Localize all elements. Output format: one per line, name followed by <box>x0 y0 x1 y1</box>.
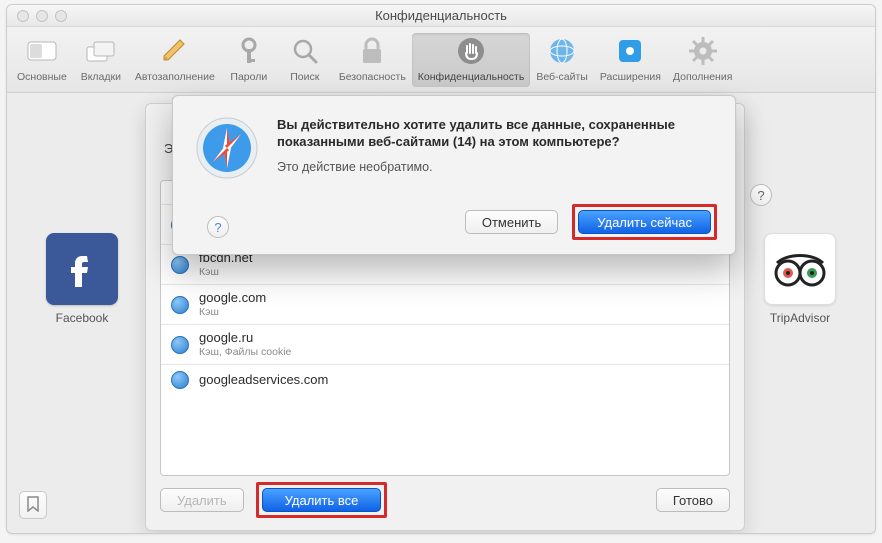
globe-icon <box>171 296 189 314</box>
highlight-frame: Удалить все <box>256 482 388 518</box>
help-button[interactable]: ? <box>750 184 772 206</box>
question-icon: ? <box>757 188 764 203</box>
tab-tabs[interactable]: Вкладки <box>73 33 129 87</box>
globe-icon <box>171 256 189 274</box>
site-meta: Кэш, Файлы cookie <box>199 345 291 359</box>
globe-icon <box>171 336 189 354</box>
gear-icon <box>689 37 717 68</box>
tab-general[interactable]: Основные <box>11 33 73 87</box>
lock-icon <box>360 37 384 68</box>
tripadvisor-tile-icon <box>764 233 836 305</box>
highlight-frame: Удалить сейчас <box>572 204 717 240</box>
favorite-label: TripAdvisor <box>770 311 830 325</box>
favorite-tripadvisor[interactable]: TripAdvisor <box>745 233 855 325</box>
favorite-label: Facebook <box>56 311 109 325</box>
delete-button[interactable]: Удалить <box>160 488 244 512</box>
question-icon: ? <box>214 220 221 235</box>
site-row[interactable]: googleadservices.com <box>161 365 729 395</box>
dialog-title: Вы действительно хотите удалить все данн… <box>277 116 715 150</box>
favorite-facebook[interactable]: Facebook <box>27 233 137 325</box>
site-row[interactable]: google.com Кэш <box>161 285 729 325</box>
site-meta: Кэш <box>199 265 253 279</box>
puzzle-icon <box>616 37 644 68</box>
tabs-icon <box>86 40 116 65</box>
cancel-button[interactable]: Отменить <box>465 210 558 234</box>
confirm-delete-button[interactable]: Удалить сейчас <box>578 210 711 234</box>
delete-all-button[interactable]: Удалить все <box>262 488 382 512</box>
tab-autofill[interactable]: Автозаполнение <box>129 33 221 87</box>
bookmark-icon <box>27 496 39 515</box>
sheet-button-row: Удалить Удалить все Готово <box>160 482 730 518</box>
preferences-window: Конфиденциальность Основные Вкладки Авто… <box>6 4 876 534</box>
site-row[interactable]: google.ru Кэш, Файлы cookie <box>161 325 729 365</box>
key-icon <box>236 37 262 68</box>
dialog-help-button[interactable]: ? <box>207 216 229 238</box>
tab-search[interactable]: Поиск <box>277 33 333 87</box>
bookmarks-button[interactable] <box>19 491 47 519</box>
pencil-icon <box>160 38 190 67</box>
globe-icon <box>548 37 576 68</box>
tab-extensions[interactable]: Расширения <box>594 33 667 87</box>
tab-websites[interactable]: Веб-сайты <box>530 33 594 87</box>
site-meta: Кэш <box>199 305 266 319</box>
titlebar: Конфиденциальность <box>7 5 875 27</box>
tab-passwords[interactable]: Пароли <box>221 33 277 87</box>
done-button[interactable]: Готово <box>656 488 730 512</box>
dialog-message: Вы действительно хотите удалить все данн… <box>277 116 715 174</box>
site-name: google.com <box>199 291 266 305</box>
search-icon <box>292 38 318 67</box>
site-name: google.ru <box>199 331 291 345</box>
globe-icon <box>171 371 189 389</box>
window-title: Конфиденциальность <box>7 8 875 23</box>
preferences-toolbar: Основные Вкладки Автозаполнение Пароли <box>7 27 875 93</box>
dialog-subtext: Это действие необратимо. <box>277 160 715 174</box>
tab-security[interactable]: Безопасность <box>333 33 412 87</box>
hand-icon <box>457 37 485 68</box>
safari-icon <box>195 116 259 180</box>
content-area: Facebook TripAdvisor Эт пр сл йтов. ? <box>7 93 875 533</box>
tab-privacy[interactable]: Конфиденциальность <box>412 33 531 87</box>
facebook-tile-icon <box>46 233 118 305</box>
switch-icon <box>27 39 57 66</box>
dialog-actions: Отменить Удалить сейчас <box>465 204 717 240</box>
tab-advanced[interactable]: Дополнения <box>667 33 738 87</box>
confirm-dialog: Вы действительно хотите удалить все данн… <box>172 95 736 255</box>
site-name: googleadservices.com <box>199 373 328 387</box>
